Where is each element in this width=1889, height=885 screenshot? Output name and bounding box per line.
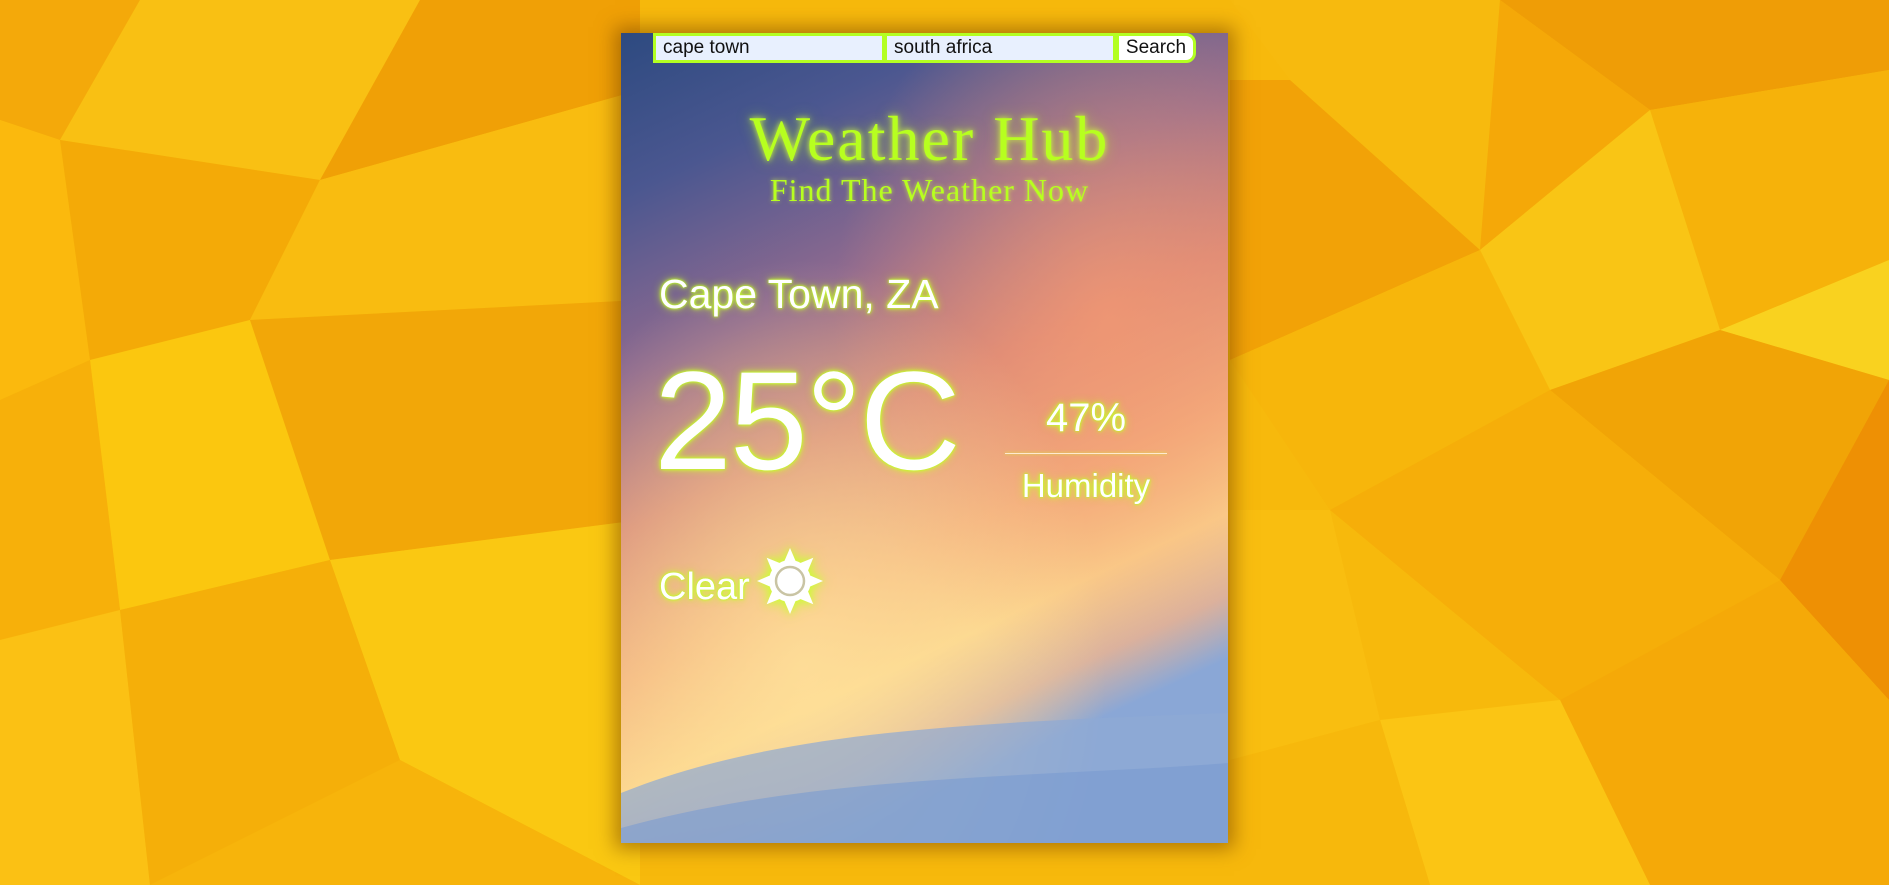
location-name: Cape Town, ZA xyxy=(659,271,939,317)
app-title: Weather Hub xyxy=(749,103,1110,174)
temperature-value: 25°C xyxy=(654,342,961,499)
weather-condition: Clear xyxy=(659,566,750,608)
app-subtitle: Find The Weather Now xyxy=(769,172,1090,208)
search-button[interactable]: Search xyxy=(1116,33,1196,63)
humidity-panel: 47% Humidity xyxy=(1005,398,1167,502)
search-form: Search xyxy=(653,33,1196,63)
weather-card: Search Weather Hub Find The Weather Now … xyxy=(621,33,1228,843)
country-input[interactable] xyxy=(884,33,1116,63)
city-input[interactable] xyxy=(653,33,885,63)
humidity-divider xyxy=(1005,453,1167,454)
humidity-value: 47% xyxy=(1045,396,1127,440)
sun-icon xyxy=(757,548,823,614)
humidity-label: Humidity xyxy=(1021,467,1151,504)
